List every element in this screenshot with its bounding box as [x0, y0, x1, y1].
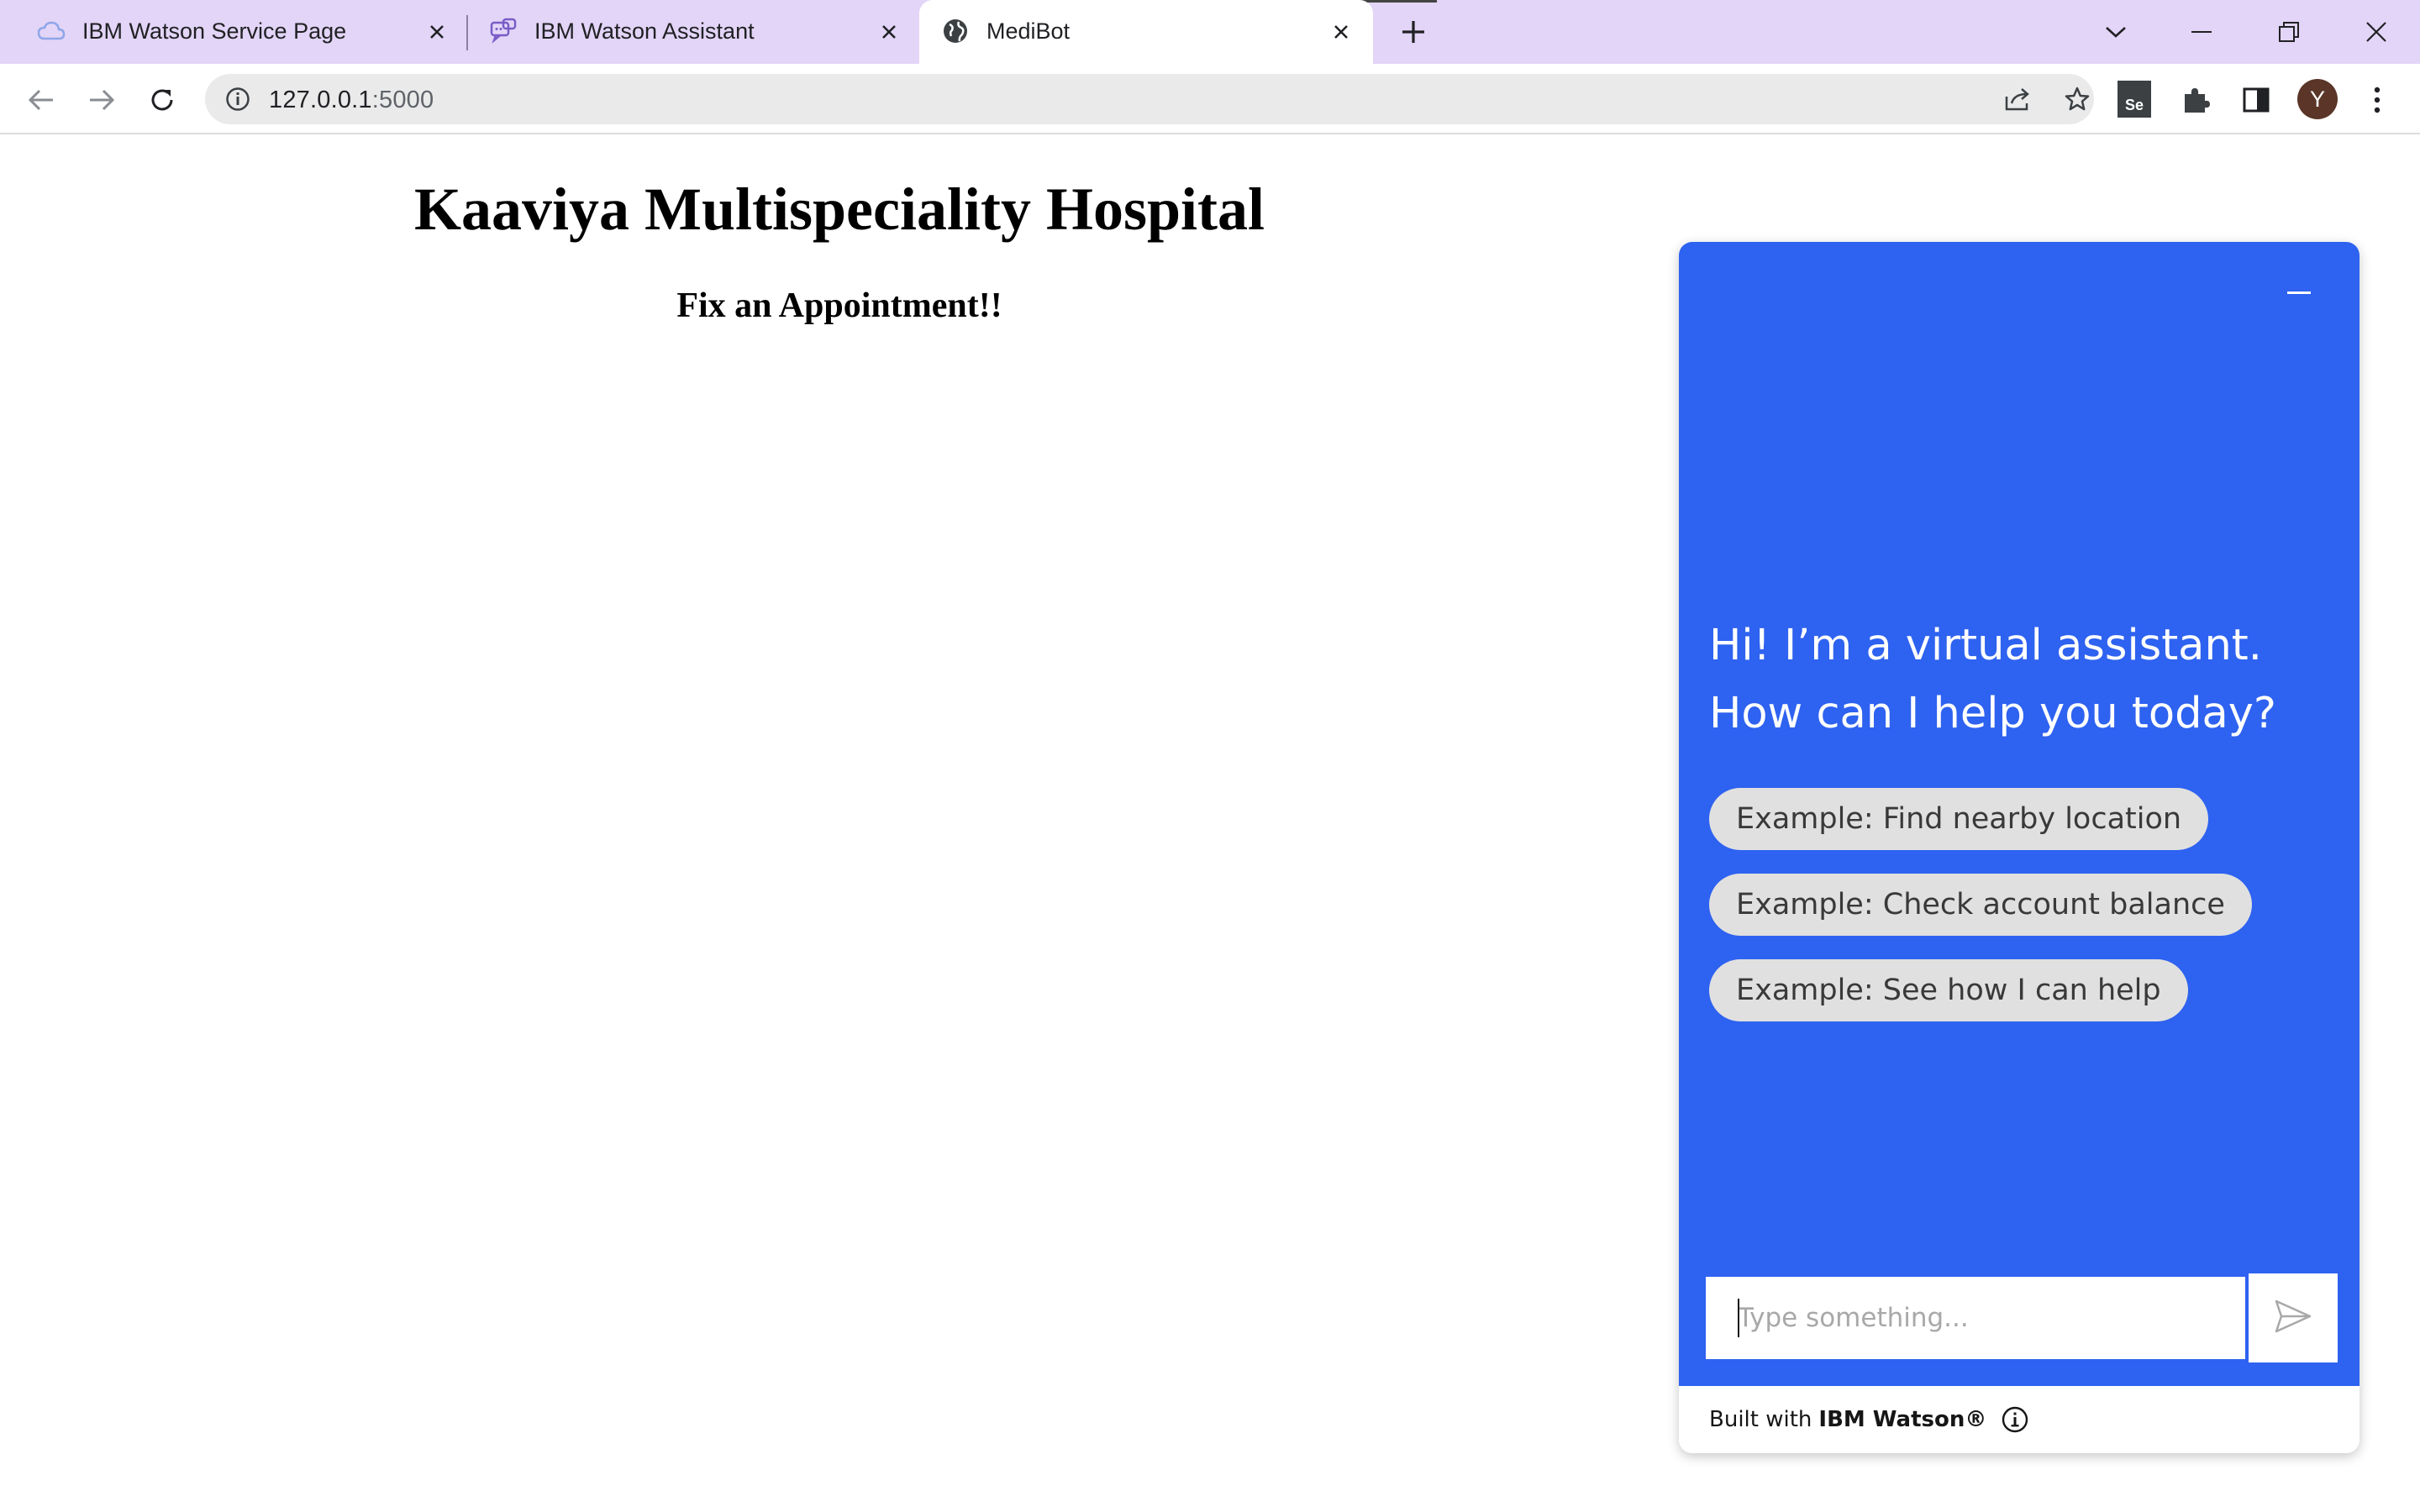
suggestion-button-find-location[interactable]: Example: Find nearby location [1709, 788, 2209, 850]
info-icon[interactable] [2000, 1404, 2030, 1435]
close-window-icon[interactable] [2354, 10, 2398, 54]
minimize-window-icon[interactable] [2180, 10, 2223, 54]
page-subtitle-text: Fix an Appointment!! [676, 286, 1002, 325]
tab-title: IBM Watson Assistant [534, 18, 755, 44]
close-tab-icon[interactable] [420, 15, 454, 49]
footer-brand: IBM Watson® [1818, 1407, 1987, 1432]
tab-title: IBM Watson Service Page [82, 18, 347, 44]
restore-window-icon[interactable] [2267, 10, 2311, 54]
minimize-chat-icon[interactable] [2275, 276, 2323, 309]
text-caret [1738, 1299, 1739, 1337]
send-arrow-icon [2274, 1299, 2312, 1338]
browser-toolbar: 127.0.0.1:5000 Se Y [0, 64, 2420, 134]
site-info-icon[interactable] [224, 85, 252, 113]
extensions-puzzle-icon[interactable] [2176, 81, 2215, 119]
chat-input-row [1702, 1273, 2338, 1362]
footer-prefix: Built with [1709, 1407, 1812, 1432]
tab-medibot[interactable]: MediBot [919, 0, 1373, 64]
side-panel-icon[interactable] [2237, 81, 2275, 119]
close-tab-icon[interactable] [1324, 15, 1358, 49]
profile-avatar[interactable]: Y [2297, 79, 2338, 119]
close-tab-icon[interactable] [872, 15, 906, 49]
url-port: :5000 [371, 87, 434, 113]
suggestion-button-check-balance[interactable]: Example: Check account balance [1709, 874, 2252, 936]
globe-icon [941, 17, 970, 45]
chat-greeting: Hi! I’m a virtual assistant. How can I h… [1709, 621, 2277, 738]
chat-panel: Hi! I’m a virtual assistant. How can I h… [1679, 242, 2360, 1386]
cloud-icon [37, 17, 66, 45]
tab-search-chevron-down-icon[interactable] [2094, 10, 2138, 54]
more-menu-icon[interactable] [2358, 81, 2396, 119]
tab-ibm-watson-assistant[interactable]: IBM Watson Assistant [452, 0, 916, 64]
chat-bubbles-icon [489, 17, 518, 45]
bookmark-star-icon[interactable] [2060, 82, 2094, 116]
tab-strip: IBM Watson Service Page IBM Watson Assis… [0, 0, 2420, 64]
selenium-extension-icon[interactable]: Se [2118, 81, 2151, 118]
address-bar[interactable]: 127.0.0.1:5000 [205, 74, 2094, 124]
url-host: 127.0.0.1 [269, 87, 372, 113]
share-icon[interactable] [2002, 82, 2035, 116]
forward-arrow-icon[interactable] [82, 81, 121, 119]
chat-message-input[interactable] [1702, 1273, 2249, 1362]
back-arrow-icon[interactable] [22, 81, 60, 119]
new-tab-button[interactable] [1395, 13, 1432, 50]
tab-title: MediBot [986, 18, 1071, 44]
suggestion-button-see-help[interactable]: Example: See how I can help [1709, 959, 2188, 1021]
chat-widget: Hi! I’m a virtual assistant. How can I h… [1679, 242, 2360, 1453]
send-button[interactable] [2249, 1273, 2338, 1362]
page-title-text: Kaaviya Multispeciality Hospital [413, 176, 1265, 243]
page-title: Kaaviya Multispeciality Hospital [0, 175, 2420, 244]
chat-footer: Built with IBM Watson® [1679, 1386, 2360, 1453]
tab-ibm-watson-service-page[interactable]: IBM Watson Service Page [0, 0, 464, 64]
url-text: 127.0.0.1:5000 [269, 87, 434, 114]
reload-icon[interactable] [143, 81, 182, 119]
